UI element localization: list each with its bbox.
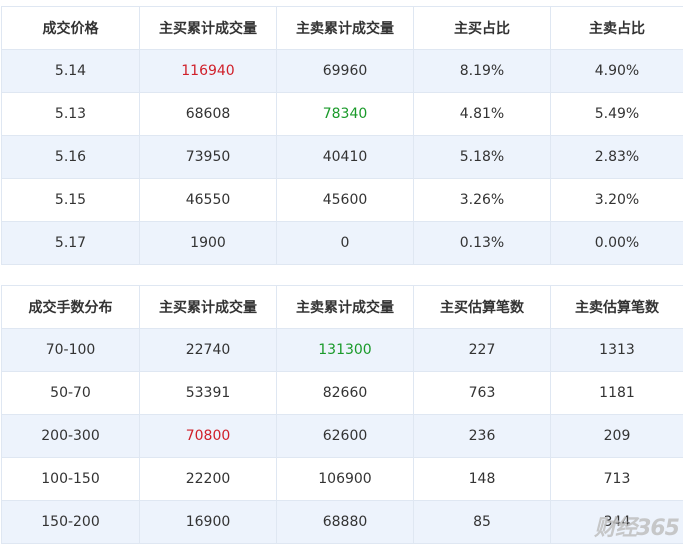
table-row: 100-150 22200 106900 148 713: [1, 457, 683, 501]
cell-active-buy-trade-count: 85: [413, 500, 551, 544]
cell-active-sell-ratio: 3.20%: [550, 178, 683, 222]
table-row: 5.16 73950 40410 5.18% 2.83%: [1, 135, 683, 179]
cell-active-buy-volume: 22740: [139, 328, 277, 372]
table-row: 50-70 53391 82660 763 1181: [1, 371, 683, 415]
cell-active-buy-volume: 22200: [139, 457, 277, 501]
column-header-active-buy-trade-count: 主买估算笔数: [413, 285, 551, 329]
cell-active-buy-volume: 46550: [139, 178, 277, 222]
cell-active-buy-ratio: 4.81%: [413, 92, 551, 136]
cell-active-buy-volume: 53391: [139, 371, 277, 415]
cell-active-buy-ratio: 0.13%: [413, 221, 551, 265]
column-header-price: 成交价格: [1, 6, 140, 50]
price-distribution-table: 成交价格 主买累计成交量 主卖累计成交量 主买占比 主卖占比 5.14 1169…: [1, 6, 683, 265]
cell-price: 5.14: [1, 49, 140, 93]
cell-price: 5.13: [1, 92, 140, 136]
table-header-row: 成交手数分布 主买累计成交量 主卖累计成交量 主买估算笔数 主卖估算笔数: [1, 285, 683, 329]
watermark-logo: 财经365: [594, 516, 680, 541]
cell-active-sell-ratio: 0.00%: [550, 221, 683, 265]
cell-lot-size-range: 50-70: [1, 371, 140, 415]
table-row: 5.14 116940 69960 8.19% 4.90%: [1, 49, 683, 93]
cell-active-buy-ratio: 3.26%: [413, 178, 551, 222]
table-row: 5.15 46550 45600 3.26% 3.20%: [1, 178, 683, 222]
cell-active-sell-volume: 0: [276, 221, 414, 265]
cell-active-buy-volume: 16900: [139, 500, 277, 544]
cell-active-sell-volume: 69960: [276, 49, 414, 93]
column-header-active-sell-volume: 主卖累计成交量: [276, 6, 414, 50]
column-header-active-sell-ratio: 主卖占比: [550, 6, 683, 50]
cell-active-sell-ratio: 5.49%: [550, 92, 683, 136]
cell-active-sell-trade-count: 209: [550, 414, 683, 458]
column-header-active-buy-volume: 主买累计成交量: [139, 285, 277, 329]
cell-active-buy-volume: 116940: [139, 49, 277, 93]
cell-active-sell-ratio: 4.90%: [550, 49, 683, 93]
cell-active-sell-trade-count: 713: [550, 457, 683, 501]
cell-active-buy-volume: 1900: [139, 221, 277, 265]
column-header-lot-size-range: 成交手数分布: [1, 285, 140, 329]
cell-lot-size-range: 100-150: [1, 457, 140, 501]
cell-active-sell-volume: 78340: [276, 92, 414, 136]
cell-active-buy-trade-count: 148: [413, 457, 551, 501]
cell-active-buy-ratio: 8.19%: [413, 49, 551, 93]
column-header-active-sell-volume: 主卖累计成交量: [276, 285, 414, 329]
cell-active-buy-volume: 68608: [139, 92, 277, 136]
cell-price: 5.17: [1, 221, 140, 265]
cell-active-buy-trade-count: 236: [413, 414, 551, 458]
cell-active-sell-volume: 45600: [276, 178, 414, 222]
cell-price: 5.15: [1, 178, 140, 222]
cell-active-buy-trade-count: 227: [413, 328, 551, 372]
cell-active-sell-trade-count: 1181: [550, 371, 683, 415]
cell-active-sell-trade-count: 1313: [550, 328, 683, 372]
table-header-row: 成交价格 主买累计成交量 主卖累计成交量 主买占比 主卖占比: [1, 6, 683, 50]
cell-active-sell-volume: 68880: [276, 500, 414, 544]
cell-active-sell-volume: 82660: [276, 371, 414, 415]
column-header-active-buy-volume: 主买累计成交量: [139, 6, 277, 50]
cell-lot-size-range: 200-300: [1, 414, 140, 458]
cell-active-buy-trade-count: 763: [413, 371, 551, 415]
cell-lot-size-range: 150-200: [1, 500, 140, 544]
cell-active-buy-volume: 70800: [139, 414, 277, 458]
cell-active-sell-volume: 131300: [276, 328, 414, 372]
table-row: 70-100 22740 131300 227 1313: [1, 328, 683, 372]
cell-lot-size-range: 70-100: [1, 328, 140, 372]
cell-active-buy-ratio: 5.18%: [413, 135, 551, 179]
table-row: 5.17 1900 0 0.13% 0.00%: [1, 221, 683, 265]
table-row: 5.13 68608 78340 4.81% 5.49%: [1, 92, 683, 136]
cell-active-sell-volume: 62600: [276, 414, 414, 458]
cell-active-sell-volume: 40410: [276, 135, 414, 179]
cell-active-sell-ratio: 2.83%: [550, 135, 683, 179]
lot-size-distribution-table: 成交手数分布 主买累计成交量 主卖累计成交量 主买估算笔数 主卖估算笔数 70-…: [1, 285, 683, 544]
column-header-active-sell-trade-count: 主卖估算笔数: [550, 285, 683, 329]
cell-active-buy-volume: 73950: [139, 135, 277, 179]
cell-active-sell-volume: 106900: [276, 457, 414, 501]
cell-price: 5.16: [1, 135, 140, 179]
table-row: 200-300 70800 62600 236 209: [1, 414, 683, 458]
table-row: 150-200 16900 68880 85 344: [1, 500, 683, 544]
column-header-active-buy-ratio: 主买占比: [413, 6, 551, 50]
